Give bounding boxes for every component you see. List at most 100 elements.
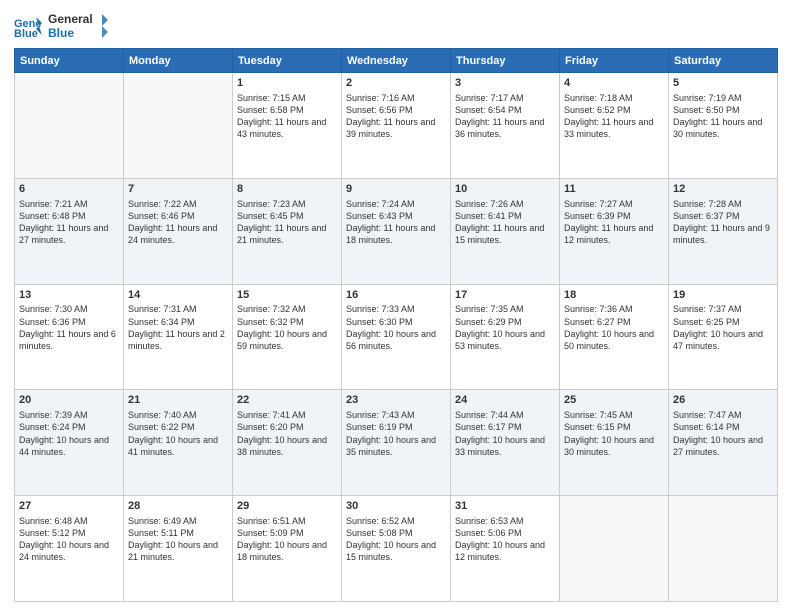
day-number: 7: [128, 182, 228, 197]
svg-text:Blue: Blue: [48, 26, 74, 40]
generalblue-logo-svg: General Blue: [48, 10, 108, 42]
calendar-cell: 23Sunrise: 7:43 AMSunset: 6:19 PMDayligh…: [342, 390, 451, 496]
day-info: Sunrise: 6:52 AM: [346, 515, 446, 527]
calendar-cell: 22Sunrise: 7:41 AMSunset: 6:20 PMDayligh…: [233, 390, 342, 496]
day-number: 13: [19, 288, 119, 303]
day-info: Daylight: 11 hours and 36 minutes.: [455, 116, 555, 140]
day-info: Sunrise: 7:19 AM: [673, 92, 773, 104]
day-info: Daylight: 10 hours and 38 minutes.: [237, 434, 337, 458]
day-info: Sunrise: 7:22 AM: [128, 198, 228, 210]
day-info: Daylight: 11 hours and 39 minutes.: [346, 116, 446, 140]
calendar-cell: 31Sunrise: 6:53 AMSunset: 5:06 PMDayligh…: [451, 496, 560, 602]
day-info: Sunset: 6:19 PM: [346, 421, 446, 433]
calendar-week-row: 20Sunrise: 7:39 AMSunset: 6:24 PMDayligh…: [15, 390, 778, 496]
day-number: 25: [564, 393, 664, 408]
calendar-cell: 20Sunrise: 7:39 AMSunset: 6:24 PMDayligh…: [15, 390, 124, 496]
day-info: Sunrise: 7:31 AM: [128, 303, 228, 315]
day-info: Sunset: 6:30 PM: [346, 316, 446, 328]
day-info: Sunrise: 6:48 AM: [19, 515, 119, 527]
day-info: Sunset: 6:20 PM: [237, 421, 337, 433]
day-info: Sunrise: 7:30 AM: [19, 303, 119, 315]
day-info: Sunrise: 7:26 AM: [455, 198, 555, 210]
day-info: Daylight: 10 hours and 56 minutes.: [346, 328, 446, 352]
calendar-cell: 18Sunrise: 7:36 AMSunset: 6:27 PMDayligh…: [560, 284, 669, 390]
calendar-cell: [124, 73, 233, 179]
logo: General Blue General Blue: [14, 10, 108, 42]
day-info: Daylight: 10 hours and 47 minutes.: [673, 328, 773, 352]
day-number: 31: [455, 499, 555, 514]
day-info: Sunset: 6:58 PM: [237, 104, 337, 116]
day-info: Sunset: 5:09 PM: [237, 527, 337, 539]
day-number: 27: [19, 499, 119, 514]
day-info: Sunrise: 7:32 AM: [237, 303, 337, 315]
svg-text:Blue: Blue: [14, 28, 38, 37]
calendar-cell: 28Sunrise: 6:49 AMSunset: 5:11 PMDayligh…: [124, 496, 233, 602]
calendar-cell: 7Sunrise: 7:22 AMSunset: 6:46 PMDaylight…: [124, 178, 233, 284]
day-info: Daylight: 10 hours and 15 minutes.: [346, 539, 446, 563]
day-number: 2: [346, 76, 446, 91]
day-info: Sunrise: 7:27 AM: [564, 198, 664, 210]
day-number: 1: [237, 76, 337, 91]
day-info: Sunset: 5:06 PM: [455, 527, 555, 539]
calendar-cell: 10Sunrise: 7:26 AMSunset: 6:41 PMDayligh…: [451, 178, 560, 284]
day-info: Daylight: 10 hours and 41 minutes.: [128, 434, 228, 458]
day-info: Sunrise: 7:15 AM: [237, 92, 337, 104]
day-info: Sunset: 6:52 PM: [564, 104, 664, 116]
day-info: Sunrise: 7:35 AM: [455, 303, 555, 315]
day-info: Sunset: 6:39 PM: [564, 210, 664, 222]
day-info: Daylight: 10 hours and 12 minutes.: [455, 539, 555, 563]
day-info: Sunrise: 7:43 AM: [346, 409, 446, 421]
day-info: Sunset: 6:41 PM: [455, 210, 555, 222]
day-info: Daylight: 10 hours and 27 minutes.: [673, 434, 773, 458]
svg-text:General: General: [48, 12, 93, 26]
calendar-week-row: 1Sunrise: 7:15 AMSunset: 6:58 PM Daylight…: [15, 73, 778, 179]
day-info: Sunrise: 7:37 AM: [673, 303, 773, 315]
day-number: 14: [128, 288, 228, 303]
day-number: 21: [128, 393, 228, 408]
weekday-header-tuesday: Tuesday: [233, 49, 342, 73]
day-info: Sunrise: 7:21 AM: [19, 198, 119, 210]
day-info: Sunrise: 7:23 AM: [237, 198, 337, 210]
calendar-cell: 1Sunrise: 7:15 AMSunset: 6:58 PMDaylight…: [233, 73, 342, 179]
day-number: 24: [455, 393, 555, 408]
calendar-cell: 15Sunrise: 7:32 AMSunset: 6:32 PMDayligh…: [233, 284, 342, 390]
day-info: Daylight: 11 hours and 27 minutes.: [19, 222, 119, 246]
day-number: 30: [346, 499, 446, 514]
day-info: Daylight: 11 hours and 24 minutes.: [128, 222, 228, 246]
calendar-cell: [15, 73, 124, 179]
day-info: Sunrise: 7:33 AM: [346, 303, 446, 315]
logo-icon: General Blue: [14, 15, 42, 37]
day-info: Daylight: 10 hours and 50 minutes.: [564, 328, 664, 352]
day-number: 8: [237, 182, 337, 197]
day-info: Sunset: 5:11 PM: [128, 527, 228, 539]
day-info: Sunset: 6:22 PM: [128, 421, 228, 433]
day-info: Daylight: 10 hours and 30 minutes.: [564, 434, 664, 458]
day-number: 10: [455, 182, 555, 197]
weekday-header-wednesday: Wednesday: [342, 49, 451, 73]
calendar-cell: 27Sunrise: 6:48 AMSunset: 5:12 PMDayligh…: [15, 496, 124, 602]
calendar-cell: 16Sunrise: 7:33 AMSunset: 6:30 PMDayligh…: [342, 284, 451, 390]
day-info: Sunset: 6:50 PM: [673, 104, 773, 116]
day-info: Daylight: 11 hours and 33 minutes.: [564, 116, 664, 140]
day-number: 5: [673, 76, 773, 91]
calendar-cell: 12Sunrise: 7:28 AMSunset: 6:37 PMDayligh…: [669, 178, 778, 284]
day-info: Daylight: 10 hours and 35 minutes.: [346, 434, 446, 458]
day-info: Sunrise: 7:24 AM: [346, 198, 446, 210]
day-info: Daylight: 11 hours and 2 minutes.: [128, 328, 228, 352]
day-number: 12: [673, 182, 773, 197]
day-info: Sunrise: 6:49 AM: [128, 515, 228, 527]
calendar-cell: 6Sunrise: 7:21 AMSunset: 6:48 PMDaylight…: [15, 178, 124, 284]
day-number: 22: [237, 393, 337, 408]
day-info: Sunrise: 7:40 AM: [128, 409, 228, 421]
day-number: 26: [673, 393, 773, 408]
calendar-cell: 5Sunrise: 7:19 AMSunset: 6:50 PMDaylight…: [669, 73, 778, 179]
day-number: 23: [346, 393, 446, 408]
weekday-header-thursday: Thursday: [451, 49, 560, 73]
day-info: Sunset: 6:29 PM: [455, 316, 555, 328]
day-number: 29: [237, 499, 337, 514]
calendar-cell: [560, 496, 669, 602]
calendar-cell: [669, 496, 778, 602]
calendar-cell: 13Sunrise: 7:30 AMSunset: 6:36 PMDayligh…: [15, 284, 124, 390]
day-info: Sunset: 6:32 PM: [237, 316, 337, 328]
day-number: 17: [455, 288, 555, 303]
